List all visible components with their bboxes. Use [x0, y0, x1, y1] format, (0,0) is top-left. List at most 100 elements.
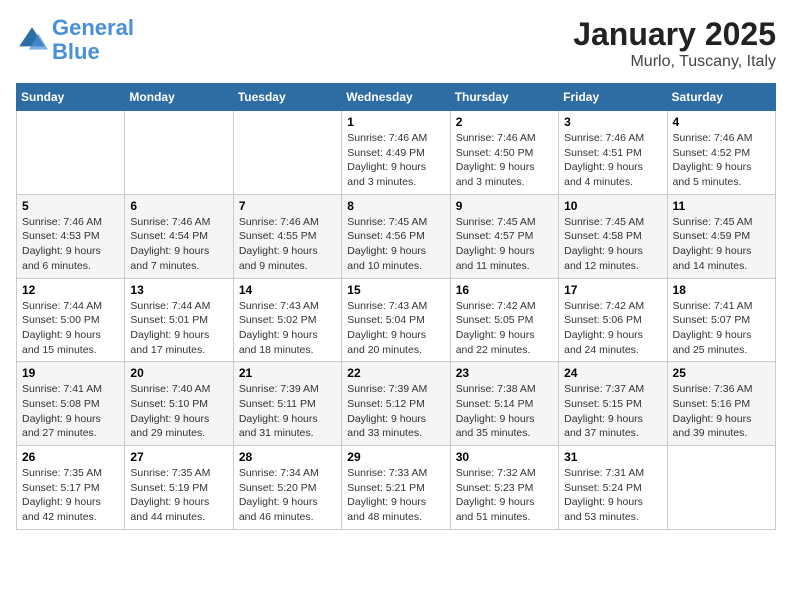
calendar-cell: 29 Sunrise: 7:33 AM Sunset: 5:21 PM Dayli… [342, 446, 450, 530]
day-number: 14 [239, 283, 336, 297]
day-info: Sunrise: 7:46 AM Sunset: 4:49 PM Dayligh… [347, 131, 444, 190]
day-info: Sunrise: 7:39 AM Sunset: 5:12 PM Dayligh… [347, 382, 444, 441]
logo-icon [16, 24, 48, 56]
calendar-cell: 28 Sunrise: 7:34 AM Sunset: 5:20 PM Dayli… [233, 446, 341, 530]
day-info: Sunrise: 7:39 AM Sunset: 5:11 PM Dayligh… [239, 382, 336, 441]
calendar-cell: 14Sunrise: 7:43 AM Sunset: 5:02 PM Dayli… [233, 278, 341, 362]
day-number: 16 [456, 283, 553, 297]
page-header: General Blue January 2025 Murlo, Tuscany… [16, 16, 776, 71]
calendar-cell: 1 Sunrise: 7:46 AM Sunset: 4:49 PM Daylig… [342, 111, 450, 195]
day-info: Sunrise: 7:34 AM Sunset: 5:20 PM Dayligh… [239, 466, 336, 525]
calendar-week-1: 1 Sunrise: 7:46 AM Sunset: 4:49 PM Daylig… [17, 111, 776, 195]
weekday-header-sunday: Sunday [17, 84, 125, 111]
day-number: 4 [673, 115, 770, 129]
day-info: Sunrise: 7:38 AM Sunset: 5:14 PM Dayligh… [456, 382, 553, 441]
calendar-cell: 20Sunrise: 7:40 AM Sunset: 5:10 PM Dayli… [125, 362, 233, 446]
weekday-header-saturday: Saturday [667, 84, 775, 111]
calendar-cell: 19 Sunrise: 7:41 AM Sunset: 5:08 PM Dayli… [17, 362, 125, 446]
calendar-cell: 23 Sunrise: 7:38 AM Sunset: 5:14 PM Dayli… [450, 362, 558, 446]
day-number: 8 [347, 199, 444, 213]
weekday-header-wednesday: Wednesday [342, 84, 450, 111]
day-number: 21 [239, 366, 336, 380]
day-info: Sunrise: 7:44 AM Sunset: 5:01 PM Dayligh… [130, 299, 227, 358]
calendar-cell: 27 Sunrise: 7:35 AM Sunset: 5:19 PM Dayli… [125, 446, 233, 530]
day-info: Sunrise: 7:35 AM Sunset: 5:17 PM Dayligh… [22, 466, 119, 525]
day-number: 6 [130, 199, 227, 213]
weekday-header-row: SundayMondayTuesdayWednesdayThursdayFrid… [17, 84, 776, 111]
day-number: 25 [673, 366, 770, 380]
day-number: 20 [130, 366, 227, 380]
calendar-cell [125, 111, 233, 195]
calendar-cell: 25 Sunrise: 7:36 AM Sunset: 5:16 PM Dayli… [667, 362, 775, 446]
day-number: 28 [239, 450, 336, 464]
calendar-cell [667, 446, 775, 530]
day-number: 3 [564, 115, 661, 129]
day-info: Sunrise: 7:46 AM Sunset: 4:53 PM Dayligh… [22, 215, 119, 274]
day-info: Sunrise: 7:45 AM Sunset: 4:57 PM Dayligh… [456, 215, 553, 274]
calendar-cell: 10 Sunrise: 7:45 AM Sunset: 4:58 PM Dayli… [559, 194, 667, 278]
calendar-cell: 4Sunrise: 7:46 AM Sunset: 4:52 PM Daylig… [667, 111, 775, 195]
day-number: 18 [673, 283, 770, 297]
day-number: 31 [564, 450, 661, 464]
day-number: 13 [130, 283, 227, 297]
calendar-title: January 2025 [573, 16, 776, 53]
day-info: Sunrise: 7:42 AM Sunset: 5:06 PM Dayligh… [564, 299, 661, 358]
day-number: 29 [347, 450, 444, 464]
calendar-cell: 17 Sunrise: 7:42 AM Sunset: 5:06 PM Dayli… [559, 278, 667, 362]
day-info: Sunrise: 7:46 AM Sunset: 4:51 PM Dayligh… [564, 131, 661, 190]
day-info: Sunrise: 7:36 AM Sunset: 5:16 PM Dayligh… [673, 382, 770, 441]
day-info: Sunrise: 7:41 AM Sunset: 5:08 PM Dayligh… [22, 382, 119, 441]
day-number: 17 [564, 283, 661, 297]
calendar-week-4: 19 Sunrise: 7:41 AM Sunset: 5:08 PM Dayli… [17, 362, 776, 446]
day-info: Sunrise: 7:46 AM Sunset: 4:54 PM Dayligh… [130, 215, 227, 274]
logo: General Blue [16, 16, 134, 64]
day-number: 2 [456, 115, 553, 129]
day-info: Sunrise: 7:43 AM Sunset: 5:04 PM Dayligh… [347, 299, 444, 358]
logo-general: General [52, 15, 134, 40]
day-info: Sunrise: 7:45 AM Sunset: 4:58 PM Dayligh… [564, 215, 661, 274]
day-info: Sunrise: 7:37 AM Sunset: 5:15 PM Dayligh… [564, 382, 661, 441]
day-info: Sunrise: 7:35 AM Sunset: 5:19 PM Dayligh… [130, 466, 227, 525]
calendar-cell: 6 Sunrise: 7:46 AM Sunset: 4:54 PM Daylig… [125, 194, 233, 278]
day-info: Sunrise: 7:31 AM Sunset: 5:24 PM Dayligh… [564, 466, 661, 525]
calendar-cell: 3 Sunrise: 7:46 AM Sunset: 4:51 PM Daylig… [559, 111, 667, 195]
day-info: Sunrise: 7:33 AM Sunset: 5:21 PM Dayligh… [347, 466, 444, 525]
calendar-table: SundayMondayTuesdayWednesdayThursdayFrid… [16, 83, 776, 530]
day-number: 9 [456, 199, 553, 213]
day-number: 12 [22, 283, 119, 297]
calendar-cell: 18 Sunrise: 7:41 AM Sunset: 5:07 PM Dayli… [667, 278, 775, 362]
calendar-cell: 31 Sunrise: 7:31 AM Sunset: 5:24 PM Dayli… [559, 446, 667, 530]
day-info: Sunrise: 7:45 AM Sunset: 4:56 PM Dayligh… [347, 215, 444, 274]
day-info: Sunrise: 7:46 AM Sunset: 4:55 PM Dayligh… [239, 215, 336, 274]
day-number: 1 [347, 115, 444, 129]
day-number: 19 [22, 366, 119, 380]
day-number: 10 [564, 199, 661, 213]
calendar-cell: 7 Sunrise: 7:46 AM Sunset: 4:55 PM Daylig… [233, 194, 341, 278]
day-number: 30 [456, 450, 553, 464]
day-number: 23 [456, 366, 553, 380]
calendar-week-5: 26Sunrise: 7:35 AM Sunset: 5:17 PM Dayli… [17, 446, 776, 530]
day-number: 15 [347, 283, 444, 297]
day-number: 11 [673, 199, 770, 213]
calendar-cell: 24Sunrise: 7:37 AM Sunset: 5:15 PM Dayli… [559, 362, 667, 446]
day-info: Sunrise: 7:46 AM Sunset: 4:50 PM Dayligh… [456, 131, 553, 190]
title-section: January 2025 Murlo, Tuscany, Italy [573, 16, 776, 71]
weekday-header-tuesday: Tuesday [233, 84, 341, 111]
calendar-cell: 13 Sunrise: 7:44 AM Sunset: 5:01 PM Dayli… [125, 278, 233, 362]
day-info: Sunrise: 7:45 AM Sunset: 4:59 PM Dayligh… [673, 215, 770, 274]
logo-blue: Blue [52, 39, 100, 64]
day-number: 7 [239, 199, 336, 213]
calendar-week-3: 12 Sunrise: 7:44 AM Sunset: 5:00 PM Dayli… [17, 278, 776, 362]
day-info: Sunrise: 7:42 AM Sunset: 5:05 PM Dayligh… [456, 299, 553, 358]
day-info: Sunrise: 7:44 AM Sunset: 5:00 PM Dayligh… [22, 299, 119, 358]
calendar-cell: 22 Sunrise: 7:39 AM Sunset: 5:12 PM Dayli… [342, 362, 450, 446]
calendar-cell: 15 Sunrise: 7:43 AM Sunset: 5:04 PM Dayli… [342, 278, 450, 362]
day-number: 22 [347, 366, 444, 380]
calendar-cell: 12 Sunrise: 7:44 AM Sunset: 5:00 PM Dayli… [17, 278, 125, 362]
weekday-header-monday: Monday [125, 84, 233, 111]
weekday-header-friday: Friday [559, 84, 667, 111]
calendar-subtitle: Murlo, Tuscany, Italy [573, 53, 776, 71]
day-info: Sunrise: 7:41 AM Sunset: 5:07 PM Dayligh… [673, 299, 770, 358]
day-number: 27 [130, 450, 227, 464]
calendar-cell: 9 Sunrise: 7:45 AM Sunset: 4:57 PM Daylig… [450, 194, 558, 278]
